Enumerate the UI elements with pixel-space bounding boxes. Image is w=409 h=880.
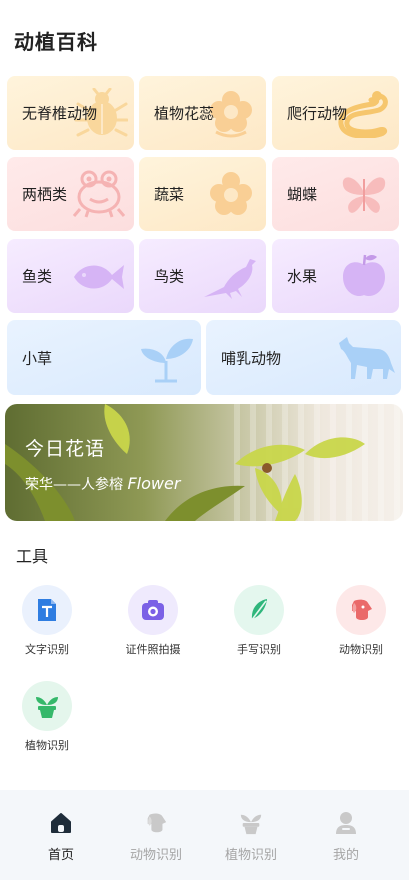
plant-icon: [240, 814, 262, 835]
tool-text-recognition[interactable]: 文字识别: [7, 585, 87, 657]
category-label: 植物花蕊: [154, 104, 215, 123]
tool-plant-recognition[interactable]: 植物识别: [7, 681, 87, 753]
banner-subtitle: 荣华——人参榕 Flower: [25, 474, 180, 494]
apple-icon: [343, 254, 385, 297]
tool-handwriting[interactable]: 手写识别: [219, 585, 299, 657]
category-label: 哺乳动物: [221, 349, 282, 367]
tab-icon: [211, 810, 291, 836]
category-butterflies[interactable]: 蝴蝶: [272, 157, 399, 231]
tab-mine[interactable]: 我的: [306, 810, 386, 863]
tab-icon: [116, 810, 196, 836]
tab-icon: [21, 810, 101, 836]
banner-subtitle-latin: Flower: [127, 474, 181, 493]
tab-icon: [306, 810, 386, 836]
tab-label: 动物识别: [129, 848, 182, 863]
tools-section-title: 工具: [16, 547, 49, 566]
orchid-illustration: [5, 404, 365, 521]
bird-icon: [204, 259, 256, 299]
potted-plant-icon: [36, 697, 58, 718]
dog-icon: [147, 813, 167, 833]
category-invertebrates[interactable]: 无脊椎动物: [7, 76, 134, 150]
tab-label: 我的: [332, 848, 359, 863]
fox-icon: [339, 336, 395, 379]
category-mammals[interactable]: 哺乳动物: [206, 320, 401, 395]
tab-plant-recognition[interactable]: 植物识别: [211, 810, 291, 863]
tool-label: 手写识别: [237, 643, 281, 656]
tool-id-photo[interactable]: 证件照拍摄: [113, 585, 193, 657]
banner-title: 今日花语: [25, 438, 106, 460]
tool-icon-circle: [22, 585, 72, 635]
dog-icon: [352, 599, 372, 620]
frog-icon: [72, 170, 126, 218]
tool-label: 植物识别: [25, 739, 69, 752]
category-label: 爬行动物: [287, 104, 348, 123]
category-label: 两栖类: [22, 185, 68, 204]
home-icon: [51, 813, 71, 833]
fish-icon: [74, 265, 124, 289]
tool-icon-circle: [22, 681, 72, 731]
tab-animal-recognition[interactable]: 动物识别: [116, 810, 196, 863]
category-vegetables[interactable]: 蔬菜: [139, 157, 266, 231]
category-fish[interactable]: 鱼类: [7, 239, 134, 313]
category-label: 鸟类: [154, 267, 185, 286]
sprout-icon: [141, 338, 193, 382]
tab-label: 首页: [47, 848, 74, 863]
text-recognition-icon: [38, 599, 56, 621]
category-label: 水果: [287, 267, 318, 286]
category-grass[interactable]: 小草: [7, 320, 201, 395]
category-fruits[interactable]: 水果: [272, 239, 399, 313]
vegetable-flower-icon: [210, 172, 252, 215]
tool-icon-circle: [128, 585, 178, 635]
user-icon: [336, 812, 356, 834]
tool-icon-circle: [234, 585, 284, 635]
bottom-tab-bar: 首页 动物识别 植物识别 我的: [0, 790, 409, 880]
tab-label: 植物识别: [224, 848, 277, 863]
butterfly-icon: [342, 177, 386, 213]
category-amphibians[interactable]: 两栖类: [7, 157, 134, 231]
feather-pen-icon: [250, 599, 267, 622]
tool-label: 文字识别: [25, 643, 69, 656]
camera-icon: [142, 600, 164, 620]
category-label: 小草: [22, 349, 53, 367]
category-label: 蝴蝶: [287, 185, 318, 204]
category-label: 鱼类: [22, 267, 53, 286]
category-label: 蔬菜: [154, 185, 185, 204]
daily-flower-banner[interactable]: 今日花语 荣华——人参榕 Flower: [5, 404, 403, 521]
category-label: 无脊椎动物: [22, 104, 98, 123]
tab-home[interactable]: 首页: [21, 810, 101, 863]
tool-animal-recognition[interactable]: 动物识别: [321, 585, 401, 657]
tool-label: 动物识别: [339, 643, 383, 656]
category-reptiles[interactable]: 爬行动物: [272, 76, 399, 150]
category-birds[interactable]: 鸟类: [139, 239, 266, 313]
page-title: 动植百科: [14, 30, 98, 54]
category-flowers[interactable]: 植物花蕊: [139, 76, 266, 150]
banner-subtitle-text: 荣华——人参榕: [25, 477, 123, 493]
tool-label: 证件照拍摄: [125, 643, 181, 656]
tool-icon-circle: [336, 585, 386, 635]
